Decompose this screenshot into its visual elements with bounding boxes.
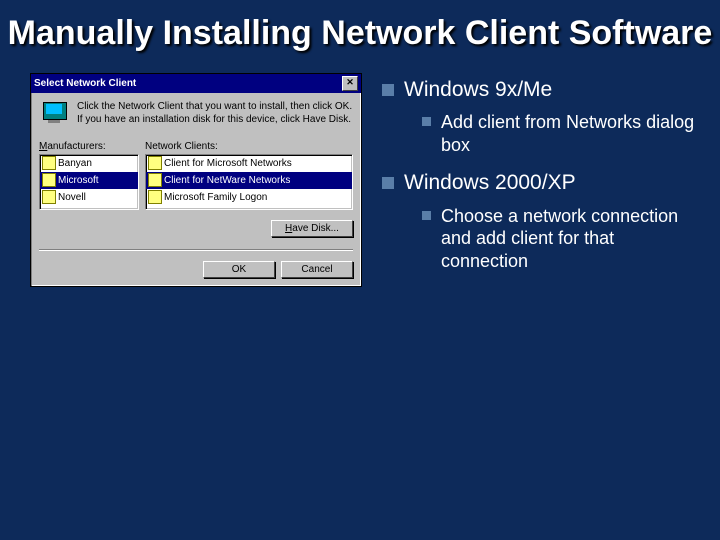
manufacturers-label: Manufacturers: — [39, 141, 139, 152]
outline-text: Windows 9x/Me — [404, 77, 700, 103]
outline-text: Choose a network connection and add clie… — [441, 205, 700, 273]
dialog-title: Select Network Client — [34, 78, 136, 89]
outline-subitem: Add client from Networks dialog box — [422, 111, 700, 156]
outline-item: Windows 2000/XP — [382, 170, 700, 196]
outline-item: Windows 9x/Me — [382, 77, 700, 103]
have-disk-button[interactable]: Have Disk... — [271, 220, 353, 237]
network-client-icon — [39, 101, 69, 131]
outline-text: Windows 2000/XP — [404, 170, 700, 196]
dialog-titlebar: Select Network Client ✕ — [31, 74, 361, 93]
list-item[interactable]: Microsoft — [40, 172, 138, 189]
square-bullet-icon — [382, 84, 394, 96]
network-clients-listbox[interactable]: Client for Microsoft Networks Client for… — [145, 154, 353, 210]
list-item[interactable]: Client for Microsoft Networks — [146, 155, 352, 172]
outline-text: Add client from Networks dialog box — [441, 111, 700, 156]
divider — [39, 249, 353, 251]
close-icon[interactable]: ✕ — [342, 76, 358, 91]
list-item[interactable]: Banyan — [40, 155, 138, 172]
square-bullet-icon — [422, 211, 431, 220]
square-bullet-icon — [422, 117, 431, 126]
network-clients-label: Network Clients: — [145, 141, 353, 152]
list-item[interactable]: Microsoft Family Logon — [146, 189, 352, 206]
list-item[interactable]: Client for NetWare Networks — [146, 172, 352, 189]
square-bullet-icon — [382, 177, 394, 189]
cancel-button[interactable]: Cancel — [281, 261, 353, 278]
list-item[interactable]: Novell — [40, 189, 138, 206]
ok-button[interactable]: OK — [203, 261, 275, 278]
outline-subitem: Choose a network connection and add clie… — [422, 205, 700, 273]
dialog-instruction: Click the Network Client that you want t… — [77, 101, 353, 126]
outline: Windows 9x/Me Add client from Networks d… — [382, 73, 700, 286]
slide-title: Manually Installing Network Client Softw… — [0, 0, 720, 53]
select-network-client-dialog: Select Network Client ✕ Click the Networ… — [30, 73, 362, 287]
manufacturers-listbox[interactable]: Banyan Microsoft Novell — [39, 154, 139, 210]
